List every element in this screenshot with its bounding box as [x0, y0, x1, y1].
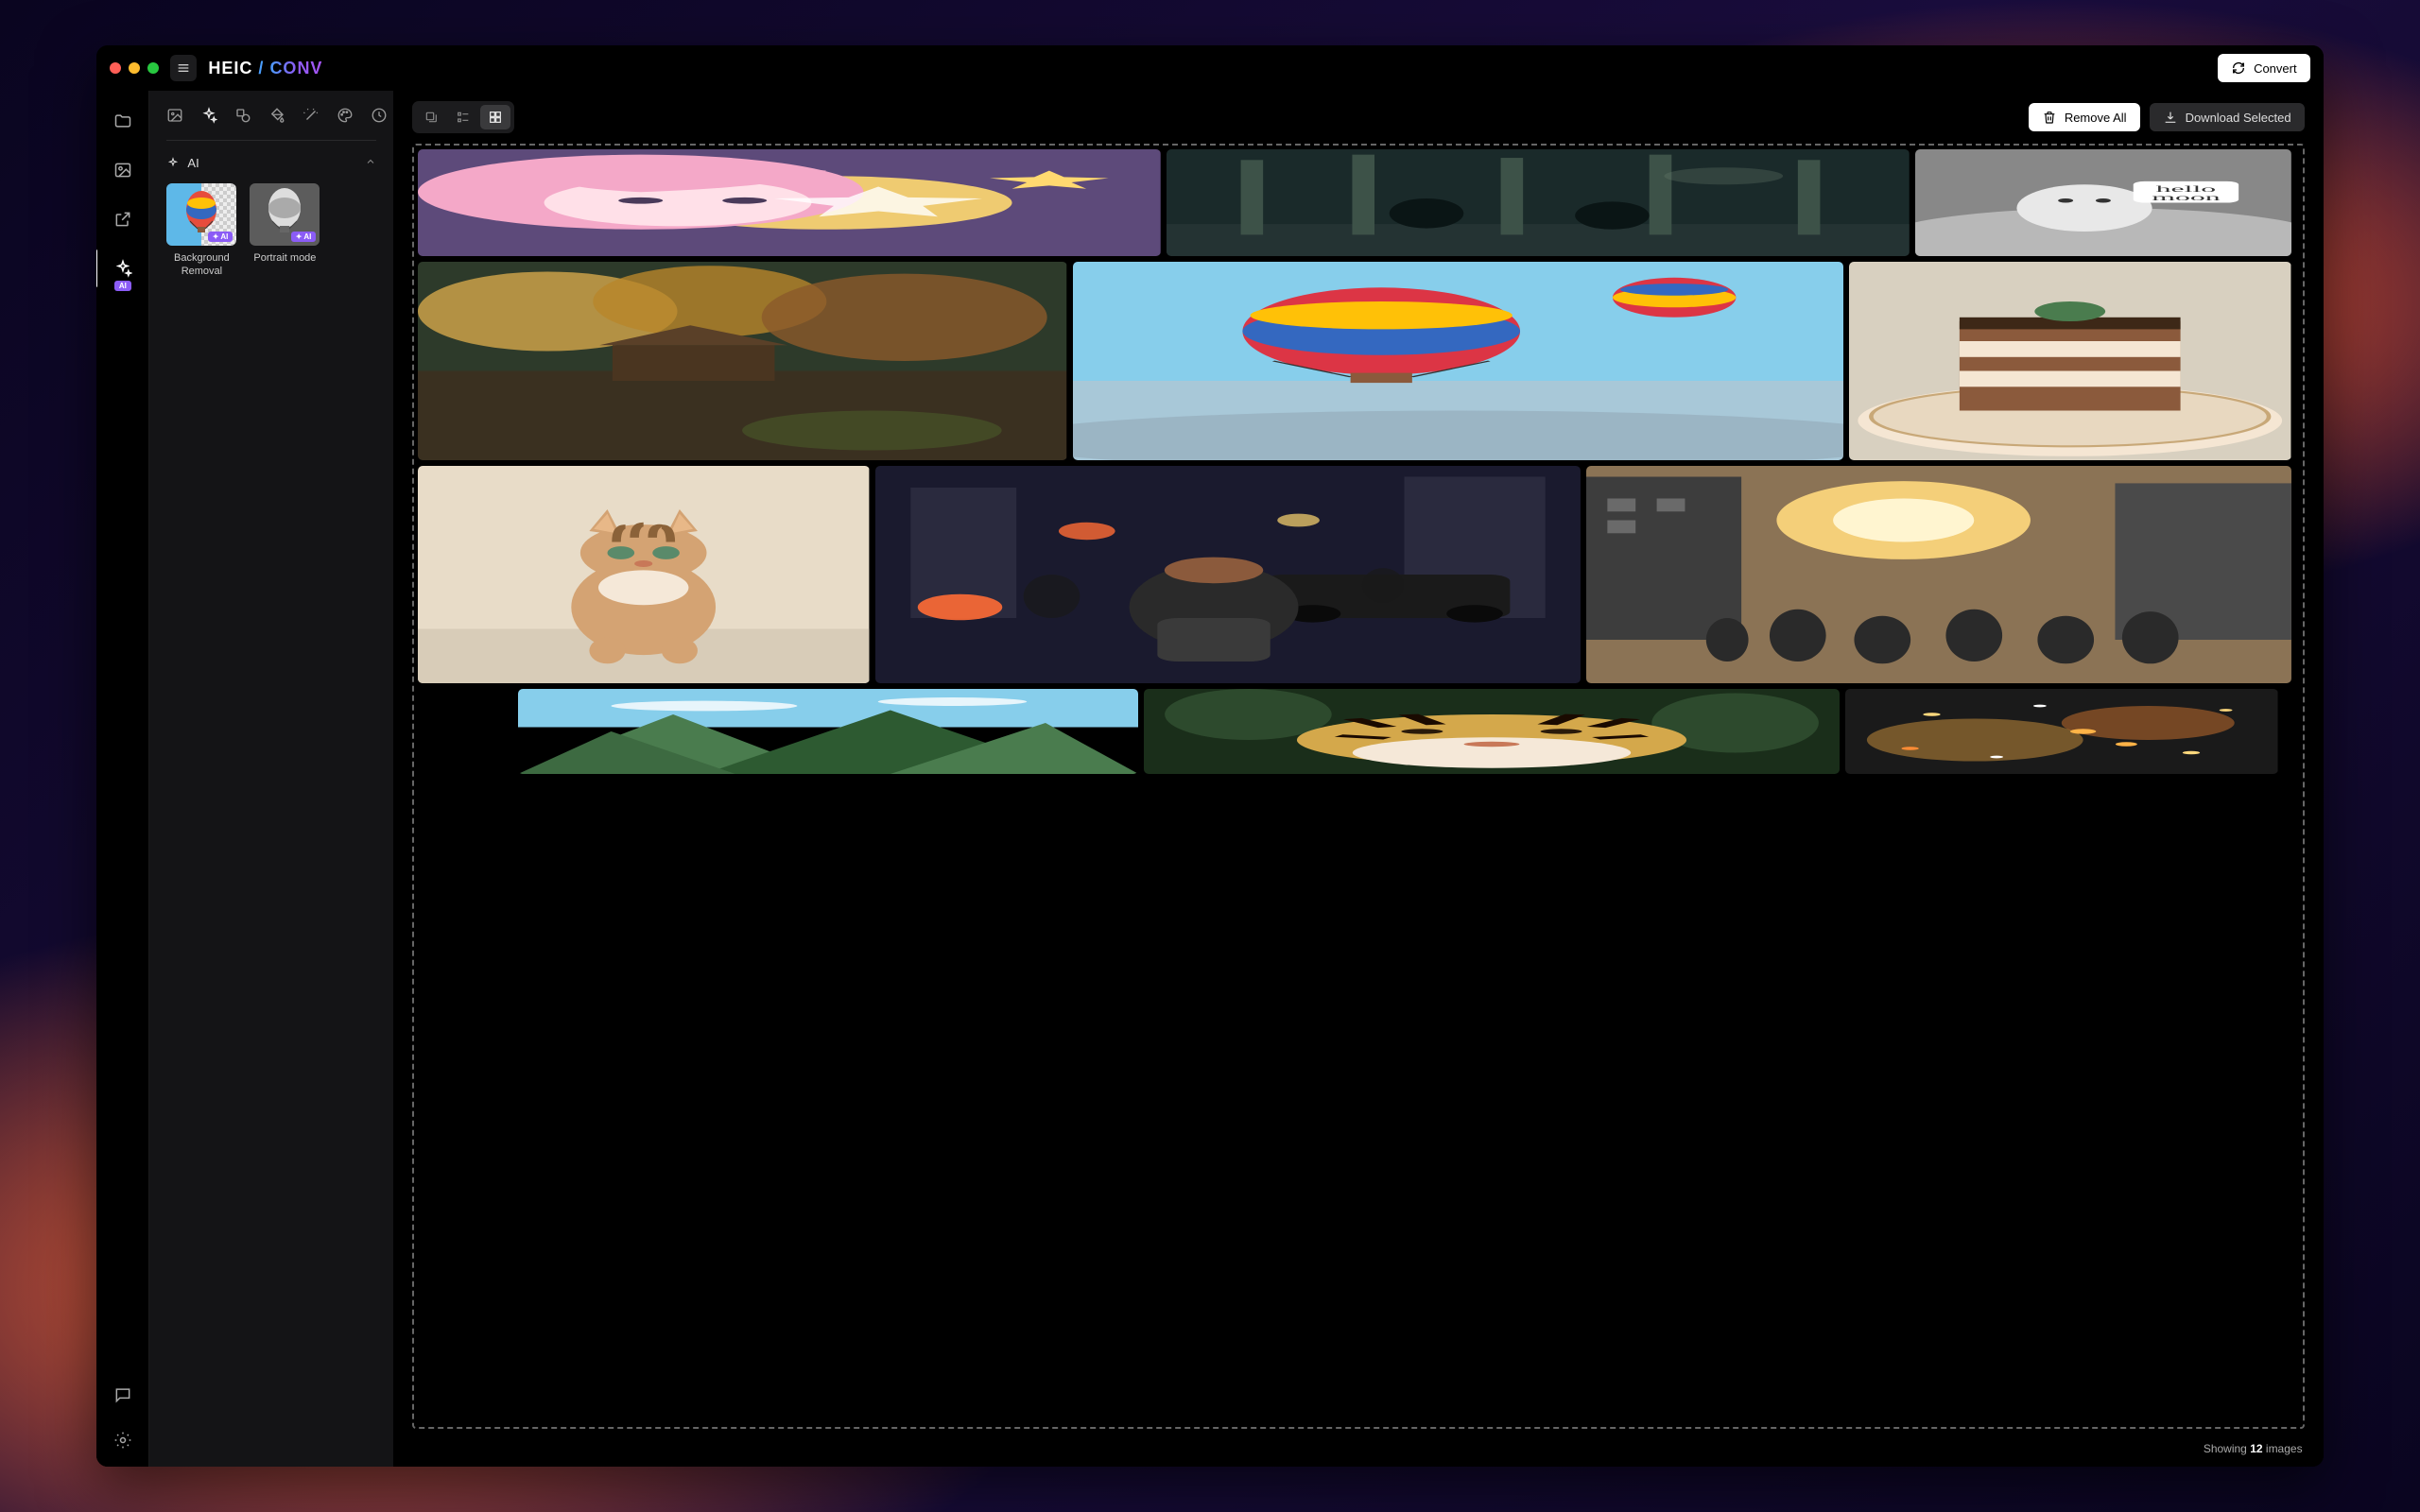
image-tool-icon[interactable] — [166, 106, 183, 125]
portrait-mode-thumb: ✦AI — [250, 183, 320, 246]
maximize-window-button[interactable] — [147, 62, 159, 74]
gallery-image-kitten[interactable] — [418, 466, 869, 683]
chevron-up-icon — [365, 156, 376, 170]
settings-icon[interactable] — [112, 1429, 134, 1452]
card-label: Background Removal — [166, 251, 236, 279]
ai-badge: ✦AI — [208, 232, 233, 242]
list-view-button[interactable] — [448, 105, 478, 129]
remove-all-label: Remove All — [2065, 111, 2127, 125]
app-window: HEIC / CONV Convert AI — [96, 45, 2323, 1467]
side-panel: AI — [149, 91, 393, 1467]
ai-section-header[interactable]: AI — [166, 156, 376, 170]
grid-view-button[interactable] — [480, 105, 510, 129]
menu-button[interactable] — [170, 55, 197, 81]
gallery-image-hello-moon[interactable]: hello moon — [1915, 149, 2291, 256]
download-selected-button[interactable]: Download Selected — [2150, 103, 2305, 131]
fill-tool-icon[interactable] — [268, 106, 285, 125]
ai-badge: ✦AI — [291, 232, 317, 242]
main-toolbar: Remove All Download Selected — [393, 91, 2323, 144]
export-icon[interactable] — [112, 208, 134, 231]
gallery-image-tiramisu[interactable] — [1849, 262, 2290, 460]
refresh-icon — [2231, 60, 2246, 76]
gallery-image-tiger[interactable] — [1144, 689, 1840, 774]
ai-sparkle-tool-icon[interactable] — [200, 106, 217, 125]
stack-view-button[interactable] — [416, 105, 446, 129]
status-prefix: Showing — [2204, 1442, 2250, 1455]
palette-tool-icon[interactable] — [337, 106, 354, 125]
gallery-image-city-sunset[interactable] — [1586, 466, 2291, 683]
ai-sparkle-icon[interactable]: AI — [112, 257, 134, 280]
folder-icon[interactable] — [112, 110, 134, 132]
status-bar: Showing 12 images — [393, 1436, 2323, 1467]
gallery-image-mountains[interactable] — [518, 689, 1138, 774]
svg-text:moon: moon — [2152, 194, 2221, 203]
image-gallery: hello moon — [418, 149, 2298, 1423]
status-count: 12 — [2250, 1442, 2262, 1455]
convert-button[interactable]: Convert — [2218, 54, 2310, 82]
image-icon[interactable] — [112, 159, 134, 181]
gallery-image-sparkles[interactable] — [1845, 689, 2278, 774]
logo-slash: / — [258, 59, 264, 78]
convert-label: Convert — [2254, 61, 2297, 76]
gallery-image-samurai[interactable] — [1167, 149, 1910, 256]
app-logo: HEIC / CONV — [208, 59, 322, 78]
gallery-dropzone[interactable]: hello moon — [412, 144, 2304, 1429]
ai-badge: AI — [114, 281, 131, 291]
gallery-image-anime[interactable] — [418, 149, 1161, 256]
trash-icon — [2042, 110, 2057, 125]
close-window-button[interactable] — [110, 62, 121, 74]
titlebar: HEIC / CONV Convert — [96, 45, 2323, 91]
main-area: Remove All Download Selected — [393, 91, 2323, 1467]
ai-card-grid: ✦AI Background Removal — [166, 183, 376, 279]
background-removal-thumb: ✦AI — [166, 183, 236, 246]
logo-part1: HEIC — [208, 59, 252, 78]
time-tool-icon[interactable] — [371, 106, 388, 125]
gallery-image-autumn-lake[interactable] — [418, 262, 1066, 460]
sparkle-icon — [166, 157, 180, 170]
background-removal-card[interactable]: ✦AI Background Removal — [166, 183, 236, 279]
minimize-window-button[interactable] — [129, 62, 140, 74]
logo-part2: CONV — [269, 59, 322, 78]
card-label: Portrait mode — [250, 251, 320, 265]
window-controls — [110, 62, 159, 74]
view-switch — [412, 101, 514, 133]
left-rail: AI — [96, 91, 149, 1467]
wand-tool-icon[interactable] — [302, 106, 320, 125]
section-title: AI — [187, 156, 199, 170]
download-icon — [2163, 110, 2178, 125]
portrait-mode-card[interactable]: ✦AI Portrait mode — [250, 183, 320, 279]
chat-icon[interactable] — [112, 1383, 134, 1406]
panel-tool-row — [166, 106, 376, 141]
gallery-image-balloons[interactable] — [1073, 262, 1844, 460]
download-selected-label: Download Selected — [2186, 111, 2291, 125]
remove-all-button[interactable]: Remove All — [2029, 103, 2140, 131]
shape-tool-icon[interactable] — [234, 106, 251, 125]
status-suffix: images — [2263, 1442, 2303, 1455]
gallery-image-city-night[interactable] — [875, 466, 1581, 683]
